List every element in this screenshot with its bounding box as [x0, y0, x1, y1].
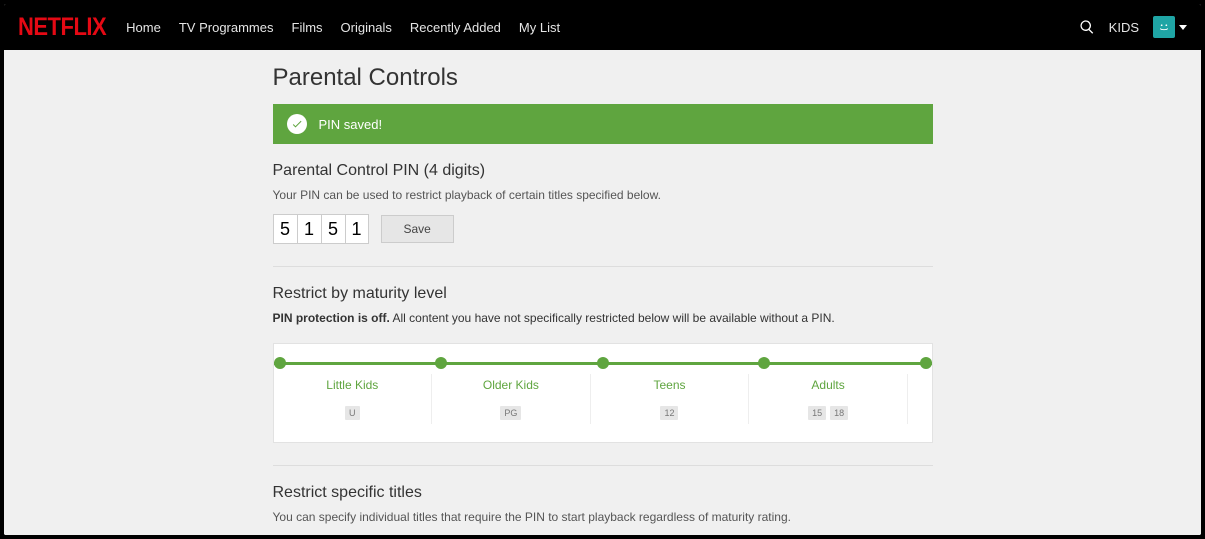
specific-heading: Restrict specific titles — [273, 484, 933, 502]
maturity-slider[interactable]: Little Kids U Older Kids PG Teens 12 Adu… — [273, 343, 933, 443]
success-banner: PIN saved! — [273, 104, 933, 144]
rating-pill: 18 — [830, 406, 848, 420]
restrict-status-bold: PIN protection is off. — [273, 311, 390, 325]
caret-down-icon — [1179, 25, 1187, 30]
nav-originals[interactable]: Originals — [341, 20, 392, 35]
maturity-little-kids[interactable]: Little Kids U — [274, 374, 433, 424]
search-icon[interactable] — [1079, 19, 1095, 35]
rating-pill: 12 — [660, 406, 678, 420]
slider-node[interactable] — [435, 357, 447, 369]
pin-digit-3[interactable] — [321, 214, 345, 244]
page-title: Parental Controls — [273, 64, 933, 92]
kids-link[interactable]: KIDS — [1109, 20, 1139, 35]
rating-pill: 15 — [808, 406, 826, 420]
nav-home[interactable]: Home — [126, 20, 161, 35]
maturity-label: Adults — [755, 378, 901, 392]
header-right: KIDS — [1079, 16, 1187, 38]
pin-inputs — [273, 214, 369, 244]
pin-digit-1[interactable] — [273, 214, 297, 244]
profile-menu[interactable] — [1153, 16, 1187, 38]
nav-recently-added[interactable]: Recently Added — [410, 20, 501, 35]
pin-digit-4[interactable] — [345, 214, 369, 244]
rating-pill: U — [345, 406, 360, 420]
pin-desc: Your PIN can be used to restrict playbac… — [273, 188, 933, 202]
main-nav: Home TV Programmes Films Originals Recen… — [126, 20, 560, 35]
nav-my-list[interactable]: My List — [519, 20, 560, 35]
restrict-heading: Restrict by maturity level — [273, 285, 933, 303]
app-frame: NETFLIX Home TV Programmes Films Origina… — [0, 0, 1205, 539]
save-button[interactable]: Save — [381, 215, 454, 243]
nav-films[interactable]: Films — [292, 20, 323, 35]
maturity-adults[interactable]: Adults 15 18 — [749, 374, 908, 424]
slider-node[interactable] — [274, 357, 286, 369]
rating-pill: PG — [500, 406, 521, 420]
maturity-teens[interactable]: Teens 12 — [591, 374, 750, 424]
maturity-label: Little Kids — [280, 378, 426, 392]
content-area: Parental Controls PIN saved! Parental Co… — [4, 50, 1201, 535]
check-icon — [287, 114, 307, 134]
pin-heading: Parental Control PIN (4 digits) — [273, 162, 933, 180]
avatar — [1153, 16, 1175, 38]
restrict-status: PIN protection is off. All content you h… — [273, 311, 933, 325]
maturity-label: Older Kids — [438, 378, 584, 392]
slider-nodes — [274, 357, 932, 369]
slider-node[interactable] — [920, 357, 932, 369]
maturity-older-kids[interactable]: Older Kids PG — [432, 374, 591, 424]
slider-node[interactable] — [597, 357, 609, 369]
top-bar: NETFLIX Home TV Programmes Films Origina… — [4, 4, 1201, 50]
restrict-status-rest: All content you have not specifically re… — [390, 311, 835, 325]
specific-desc: You can specify individual titles that r… — [273, 510, 933, 524]
logo[interactable]: NETFLIX — [18, 12, 106, 42]
pin-digit-2[interactable] — [297, 214, 321, 244]
divider — [273, 465, 933, 466]
maturity-label: Teens — [597, 378, 743, 392]
nav-tv-programmes[interactable]: TV Programmes — [179, 20, 274, 35]
success-text: PIN saved! — [319, 117, 383, 132]
maturity-end-cap — [908, 374, 932, 424]
divider — [273, 266, 933, 267]
slider-node[interactable] — [758, 357, 770, 369]
